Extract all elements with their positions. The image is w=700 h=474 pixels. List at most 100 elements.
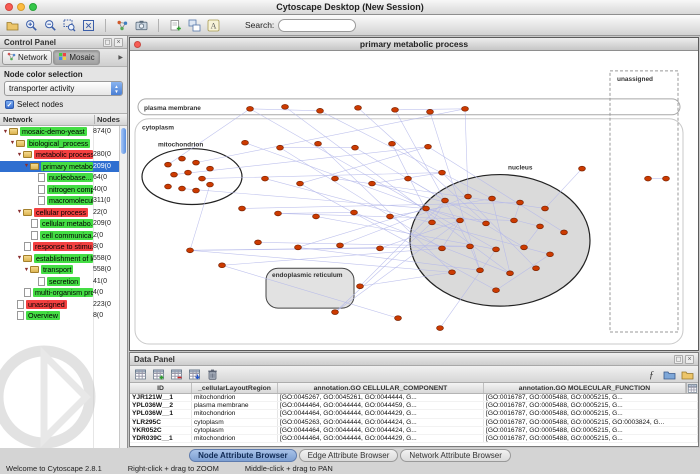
network-node[interactable]	[242, 140, 249, 145]
zoom-in-icon[interactable]	[24, 18, 39, 33]
network-node[interactable]	[542, 206, 549, 211]
zoom-out-icon[interactable]	[43, 18, 58, 33]
network-node[interactable]	[277, 145, 284, 150]
network-node[interactable]	[165, 184, 172, 189]
select-nodes-checkbox[interactable]: ✓	[5, 100, 14, 109]
column-header-annotation-go-molecular-function[interactable]: annotation.GO MOLECULAR_FUNCTION	[484, 383, 686, 393]
network-node[interactable]	[663, 176, 670, 181]
table-row[interactable]: YPL036W__2plasma membrane[GO:0044464, GO…	[130, 402, 698, 410]
network-node[interactable]	[483, 221, 490, 226]
expander-icon[interactable]: ▼	[23, 267, 30, 273]
network-node[interactable]	[395, 316, 402, 321]
network-node[interactable]	[429, 220, 436, 225]
attribute-import-icon[interactable]	[187, 367, 202, 382]
expander-icon[interactable]: ▼	[16, 209, 23, 215]
network-node[interactable]	[392, 107, 399, 112]
network-node[interactable]	[295, 245, 302, 250]
network-node[interactable]	[207, 166, 214, 171]
tab-network[interactable]: Network	[2, 50, 52, 65]
network-node[interactable]	[493, 247, 500, 252]
network-node[interactable]	[442, 198, 449, 203]
zoom-fit-icon[interactable]	[81, 18, 96, 33]
tab-mosaic[interactable]: Mosaic	[53, 50, 99, 65]
network-overview-icon[interactable]	[115, 18, 130, 33]
network-node[interactable]	[357, 284, 364, 289]
tab-scroll-right-icon[interactable]: ▶	[116, 54, 125, 61]
tab-node-attribute-browser[interactable]: Node Attribute Browser	[189, 449, 297, 462]
network-node[interactable]	[275, 211, 282, 216]
column-header-annotation-go-cellular-component[interactable]: annotation.GO CELLULAR_COMPONENT	[278, 383, 484, 393]
network-canvas[interactable]: plasma membranecytoplasmunassignedmitoch…	[130, 51, 698, 350]
float-panel-icon[interactable]: ◻	[103, 38, 112, 47]
network-node[interactable]	[337, 243, 344, 248]
network-node[interactable]	[332, 310, 339, 315]
network-node[interactable]	[489, 196, 496, 201]
tree-item-primary-metabol[interactable]: ▼primary metabol...209(0	[0, 161, 119, 173]
network-node[interactable]	[405, 176, 412, 181]
network-node[interactable]	[439, 246, 446, 251]
search-input[interactable]	[278, 19, 356, 32]
tree-item-establishment-of-lo[interactable]: ▼establishment of lo...558(0	[0, 253, 119, 265]
function-builder-icon[interactable]: ƒ	[644, 367, 659, 382]
expander-icon[interactable]: ▼	[2, 129, 9, 135]
network-node[interactable]	[465, 194, 472, 199]
tree-item-nitrogen-compo[interactable]: nitrogen compo...40(0	[0, 184, 119, 196]
open-icon[interactable]	[5, 18, 20, 33]
close-panel-icon[interactable]: ×	[114, 38, 123, 47]
tree-item-multi-organism-pro[interactable]: multi-organism pro...4(0	[0, 287, 119, 299]
attribute-create-icon[interactable]	[151, 367, 166, 382]
tree-item-overview[interactable]: Overview8(0	[0, 310, 119, 322]
column-header-cellularlayoutregion[interactable]: _cellularLayoutRegion	[192, 383, 278, 393]
network-node[interactable]	[199, 176, 206, 181]
network-node[interactable]	[332, 176, 339, 181]
trash-icon[interactable]	[205, 367, 220, 382]
tab-network-attribute-browser[interactable]: Network Attribute Browser	[400, 449, 510, 462]
network-node[interactable]	[352, 145, 359, 150]
expander-icon[interactable]: ▼	[16, 152, 23, 158]
tree-item-biological-process[interactable]: ▼biological_process	[0, 138, 119, 150]
tree-item-macromolecul[interactable]: macromolecul...311(0	[0, 195, 119, 207]
minimize-button[interactable]	[17, 3, 25, 11]
network-node[interactable]	[369, 181, 376, 186]
network-node[interactable]	[517, 200, 524, 205]
expander-icon[interactable]: ▼	[23, 163, 30, 169]
attribute-delete-icon[interactable]	[169, 367, 184, 382]
tree-item-nucleobase[interactable]: nucleobase...64(0	[0, 172, 119, 184]
network-node[interactable]	[437, 326, 444, 331]
close-panel-icon[interactable]: ×	[685, 355, 694, 364]
network-node[interactable]	[193, 160, 200, 165]
network-node[interactable]	[645, 176, 652, 181]
network-node[interactable]	[449, 270, 456, 275]
table-row[interactable]: YLR295Ccytoplasm[GO:0045263, GO:0044444,…	[130, 419, 698, 427]
tree-item-transport[interactable]: ▼transport558(0	[0, 264, 119, 276]
network-from-selection-icon[interactable]	[187, 18, 202, 33]
tree-item-cellular-metabo[interactable]: cellular metabo...209(0	[0, 218, 119, 230]
tree-header-network[interactable]: Network	[0, 115, 94, 124]
network-node[interactable]	[427, 109, 434, 114]
network-node[interactable]	[439, 170, 446, 175]
maximize-button[interactable]	[29, 3, 37, 11]
network-node[interactable]	[207, 182, 214, 187]
network-node[interactable]	[247, 106, 254, 111]
column-select-icon[interactable]	[686, 383, 698, 394]
table-row[interactable]: YKR052Ccytoplasm[GO:0044464, GO:0044444,…	[130, 427, 698, 435]
tree-item-metabolic-process[interactable]: ▼metabolic process280(0	[0, 149, 119, 161]
network-node[interactable]	[507, 271, 514, 276]
network-node[interactable]	[521, 245, 528, 250]
network-node[interactable]	[171, 172, 178, 177]
zoom-selected-icon[interactable]	[62, 18, 77, 33]
network-node[interactable]	[315, 141, 322, 146]
annotation-icon[interactable]: A	[206, 18, 221, 33]
network-node[interactable]	[187, 248, 194, 253]
network-node[interactable]	[351, 210, 358, 215]
network-node[interactable]	[561, 230, 568, 235]
network-node[interactable]	[239, 206, 246, 211]
network-node[interactable]	[579, 166, 586, 171]
tree-item-cellular-process[interactable]: ▼cellular process22(0	[0, 207, 119, 219]
network-node[interactable]	[377, 246, 384, 251]
network-node[interactable]	[477, 268, 484, 273]
network-node[interactable]	[193, 188, 200, 193]
network-node[interactable]	[179, 186, 186, 191]
tab-edge-attribute-browser[interactable]: Edge Attribute Browser	[299, 449, 399, 462]
tree-item-secretion[interactable]: secretion41(0	[0, 276, 119, 288]
